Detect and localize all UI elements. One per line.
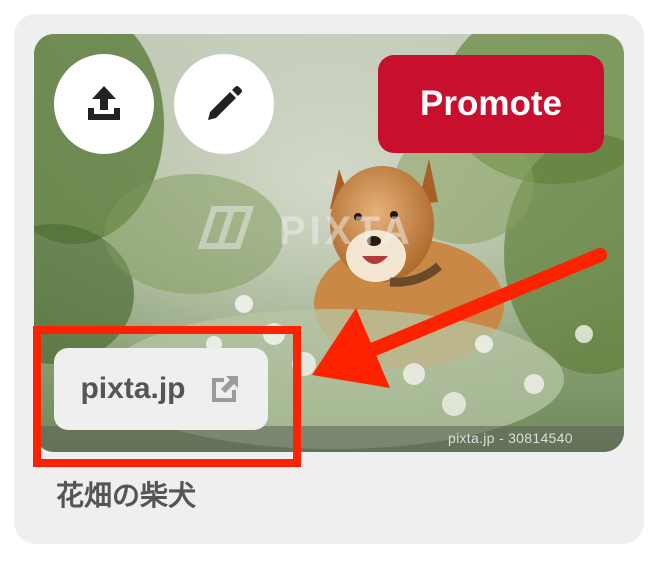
source-link-button[interactable]: pixta.jp: [54, 348, 268, 430]
photo-credit: pixta.jp - 30814540: [448, 430, 573, 446]
share-button[interactable]: [54, 54, 154, 154]
source-domain-label: pixta.jp: [80, 372, 186, 405]
share-upload-icon: [88, 86, 120, 120]
watermark-text: PIXTA: [279, 209, 414, 253]
pencil-icon: [208, 86, 242, 120]
pin-title: 花畑の柴犬: [56, 479, 197, 512]
promote-button[interactable]: Promote: [378, 55, 604, 153]
edit-button[interactable]: [174, 54, 274, 154]
external-link-icon: [211, 376, 238, 402]
